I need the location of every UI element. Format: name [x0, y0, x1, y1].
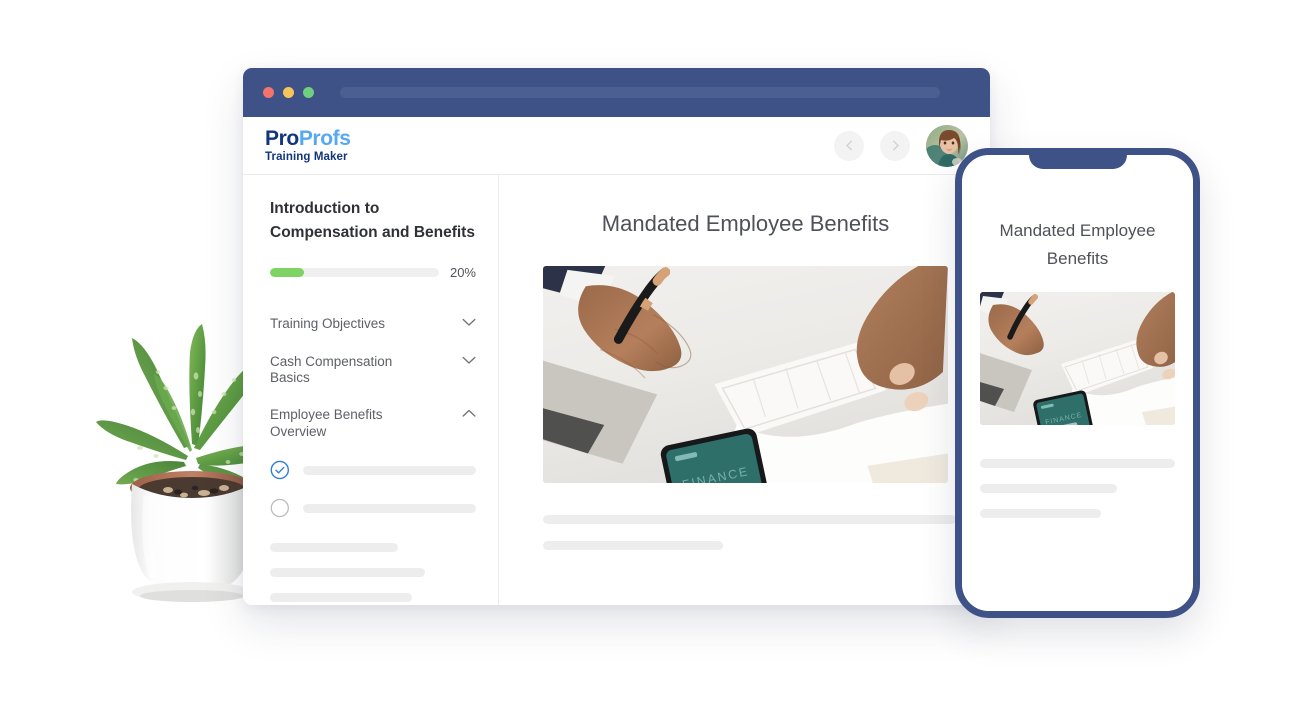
close-window-button[interactable] [263, 87, 274, 98]
sidebar-placeholder-bar [270, 568, 425, 578]
empty-circle-icon [270, 499, 289, 518]
browser-titlebar [243, 68, 990, 117]
slide-placeholder-bar [543, 541, 723, 550]
logo-word-pro: Pro [265, 126, 299, 150]
scene: ProProfs Training Maker Introduction to … [0, 0, 1300, 706]
app-body: Introduction to Compensation and Benefit… [243, 175, 990, 605]
phone-placeholder-bar [980, 459, 1175, 469]
next-slide-button[interactable] [880, 130, 910, 161]
progress-label: 20% [449, 265, 476, 281]
course-progress: 20% [270, 265, 476, 280]
proprofs-logo[interactable]: ProProfs Training Maker [265, 128, 351, 164]
course-title: Introduction to Compensation and Benefit… [270, 200, 475, 242]
desk-signing-photo: FINANCE [543, 266, 948, 483]
slide-image: FINANCE [543, 266, 948, 483]
logo-word-profs: Profs [298, 126, 351, 150]
browser-window: ProProfs Training Maker Introduction to … [243, 68, 990, 605]
progress-track [270, 268, 439, 278]
lesson-item-incomplete[interactable] [270, 489, 476, 527]
sidebar-section-training-objectives[interactable]: Training Objectives [270, 306, 476, 343]
previous-slide-button[interactable] [834, 130, 864, 161]
slide-placeholder-bar [543, 515, 956, 524]
phone-notch [1028, 155, 1127, 169]
sidebar-section-cash-compensation-basics[interactable]: Cash Compensation Basics [270, 344, 476, 398]
phone-slide-title: Mandated Employee Benefits [999, 221, 1156, 268]
slide-title: Mandated Employee Benefits [601, 211, 890, 236]
header-actions [834, 117, 968, 174]
chevron-left-icon [845, 140, 852, 151]
chevron-up-icon [462, 410, 476, 418]
section-label: Employee Benefits Overview [270, 407, 383, 439]
chevron-down-icon [462, 318, 476, 326]
logo-wordmark: ProProfs [265, 128, 351, 149]
slide-content: Mandated Employee Benefits FINANCE [499, 175, 990, 605]
phone-mockup: Mandated Employee Benefits FINANCE [955, 148, 1200, 618]
maximize-window-button[interactable] [303, 87, 314, 98]
chevron-down-icon [462, 356, 476, 364]
check-circle-icon [270, 461, 290, 480]
progress-fill [270, 268, 304, 278]
desk-signing-photo: FINANCE [980, 292, 1175, 426]
minimize-window-button[interactable] [283, 87, 294, 98]
phone-placeholder-bar [980, 484, 1117, 494]
lesson-item-completed[interactable] [270, 451, 476, 489]
section-label: Training Objectives [270, 316, 386, 332]
phone-screen: Mandated Employee Benefits FINANCE [962, 155, 1193, 611]
phone-slide-image: FINANCE [980, 292, 1175, 426]
app-header: ProProfs Training Maker [243, 117, 990, 175]
phone-placeholder-bar [980, 509, 1101, 519]
sidebar-placeholder-bar [270, 593, 412, 603]
chevron-right-icon [892, 140, 899, 151]
slide-text-placeholders [543, 515, 956, 550]
sidebar-section-employee-benefits-overview[interactable]: Employee Benefits Overview [270, 397, 476, 451]
lesson-title-placeholder [302, 465, 476, 475]
course-sidebar: Introduction to Compensation and Benefit… [243, 175, 499, 605]
logo-tagline: Training Maker [265, 150, 348, 163]
section-label: Cash Compensation Basics [270, 353, 393, 385]
sidebar-placeholder-bar [270, 543, 398, 553]
phone-text-placeholders [980, 459, 1175, 519]
lesson-title-placeholder [302, 503, 476, 513]
window-controls [263, 87, 314, 98]
address-bar[interactable] [340, 87, 940, 98]
